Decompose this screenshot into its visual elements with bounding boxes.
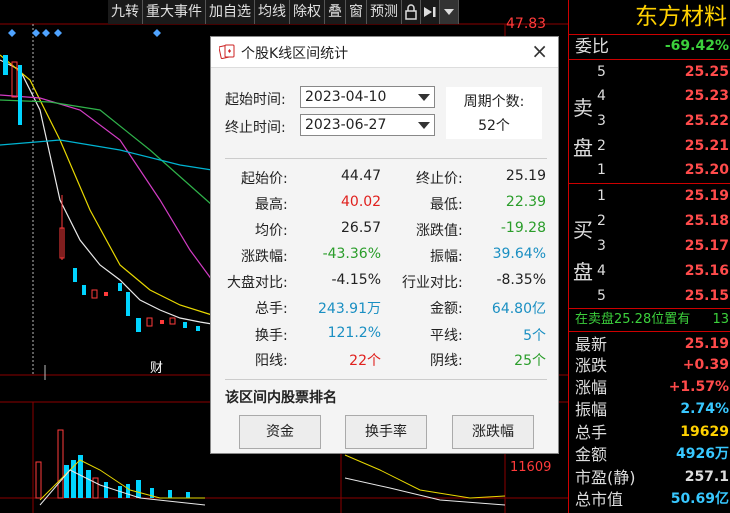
- order-notice-value: 13: [712, 312, 729, 327]
- amount-value: 64.80亿: [491, 301, 546, 317]
- market-compare-label: 大盘对比:: [227, 275, 288, 291]
- start-time-label: 起始时间:: [225, 92, 286, 108]
- event-marker-cai: 财: [150, 361, 163, 376]
- price-axis-label: 47.83: [506, 16, 547, 32]
- stat-pe-static: 市盈(静) 257.1: [575, 468, 729, 487]
- sell-level-5: 5 25.25: [597, 64, 729, 80]
- cards-icon: [219, 44, 235, 59]
- toolbar-window-button[interactable]: 窗: [346, 0, 367, 24]
- low-label: 最低:: [430, 197, 463, 213]
- down-count-value: 25个: [514, 353, 546, 369]
- down-count-label: 阴线:: [430, 353, 463, 369]
- amplitude-label: 振幅:: [430, 249, 463, 265]
- quote-panel: 东方材料 委比 -69.42% 卖 盘 5 25.25 4 25.23 3 25.22…: [568, 0, 730, 513]
- change-pct-value: -43.36%: [322, 246, 381, 262]
- flat-value: 5个: [523, 328, 546, 344]
- buy-level-5: 5 25.15: [597, 288, 729, 304]
- volume-ma-right-white: [344, 477, 506, 506]
- start-price-value: 44.47: [341, 168, 382, 184]
- lock-icon[interactable]: [402, 0, 421, 24]
- dropdown-icon[interactable]: [440, 0, 459, 24]
- period-count-label: 周期个数:: [463, 94, 525, 110]
- stock-name: 东方材料: [635, 4, 727, 30]
- up-count-value: 22个: [349, 353, 381, 369]
- end-price-value: 25.19: [505, 168, 546, 184]
- industry-compare-label: 行业对比:: [402, 275, 463, 291]
- weibi-row: 委比 -69.42%: [575, 36, 730, 57]
- volume-axis-label: 11609: [510, 460, 552, 475]
- ma-green-line: [0, 99, 213, 206]
- dialog-titlebar[interactable]: 个股K线区间统计 ×: [211, 37, 558, 68]
- amount-label: 金额:: [430, 301, 463, 317]
- toolbar-ma-button[interactable]: 均线: [255, 0, 290, 24]
- change-pct-label: 涨跌幅:: [241, 249, 288, 265]
- ma-white-line: [0, 59, 213, 325]
- sell-level-2: 2 25.21: [597, 138, 729, 154]
- avg-value: 26.57: [341, 220, 382, 236]
- toolbar-forecast-button[interactable]: 预测: [367, 0, 402, 24]
- period-count-box: 周期个数: 52个: [446, 87, 542, 139]
- buy-level-2: 2 25.18: [597, 213, 729, 229]
- sell-level-4: 4 25.23: [597, 88, 729, 104]
- interval-stats-dialog: 个股K线区间统计 × 起始时间: 2023-04-10 终止时间: 2023-0…: [210, 36, 559, 454]
- rank-by-capital-button[interactable]: 资金: [239, 415, 321, 449]
- ma-purple-line: [0, 94, 213, 281]
- stat-amount: 金额 4926万: [575, 445, 729, 464]
- weibi-label: 委比: [575, 37, 609, 57]
- chevron-down-icon: [418, 94, 430, 101]
- turnover-value: 121.2%: [327, 325, 381, 341]
- volume-bars: [35, 429, 190, 499]
- toolbar-major-events-button[interactable]: 重大事件: [143, 0, 206, 24]
- buy-level-4: 4 25.16: [597, 263, 729, 279]
- buy-level-1: 1 25.19: [597, 188, 729, 204]
- stat-latest: 最新 25.19: [575, 335, 729, 354]
- period-count-value: 52个: [478, 118, 510, 134]
- volume-value: 243.91万: [318, 301, 381, 317]
- up-count-label: 阳线:: [255, 353, 288, 369]
- event-diamonds: [8, 29, 161, 37]
- close-icon[interactable]: ×: [531, 39, 548, 63]
- end-price-label: 终止价:: [416, 171, 463, 187]
- weibi-value: -69.42%: [664, 38, 729, 54]
- market-compare-value: -4.15%: [331, 272, 381, 288]
- change-value-label: 涨跌值:: [416, 223, 463, 239]
- end-time-select[interactable]: 2023-06-27: [300, 114, 435, 136]
- avg-label: 均价:: [255, 223, 288, 239]
- stat-change: 涨跌 +0.39: [575, 356, 729, 375]
- change-value: -19.28: [500, 220, 546, 236]
- stat-volume: 总手 19629: [575, 423, 729, 442]
- chevron-down-icon: [418, 122, 430, 129]
- stat-amplitude: 振幅 2.74%: [575, 400, 729, 419]
- amplitude-value: 39.64%: [492, 246, 546, 262]
- ma-cyan-line: [0, 139, 213, 171]
- flat-label: 平线:: [430, 328, 463, 344]
- toolbar-jiuzhuan-button[interactable]: 九转: [108, 0, 143, 24]
- toolbar-exright-button[interactable]: 除权: [290, 0, 325, 24]
- jump-to-end-icon[interactable]: [421, 0, 440, 24]
- industry-compare-value: -8.35%: [496, 272, 546, 288]
- order-notice: 在卖盘25.28位置有: [575, 312, 691, 327]
- toolbar-overlay-button[interactable]: 叠: [325, 0, 346, 24]
- buy-level-3: 3 25.17: [597, 238, 729, 254]
- volume-label: 总手:: [255, 301, 288, 317]
- start-price-label: 起始价:: [241, 171, 288, 187]
- sell-level-3: 3 25.22: [597, 113, 729, 129]
- end-time-label: 终止时间:: [225, 120, 286, 136]
- toolbar-add-watchlist-button[interactable]: 加自选: [206, 0, 255, 24]
- turnover-label: 换手:: [255, 328, 288, 344]
- chart-toolbar: 九转 重大事件 加自选 均线 除权 叠 窗 预测: [108, 0, 459, 24]
- rank-by-turnover-button[interactable]: 换手率: [345, 415, 427, 449]
- order-notice-row: 在卖盘25.28位置有 13: [575, 309, 730, 330]
- start-time-select[interactable]: 2023-04-10: [300, 86, 435, 108]
- sell-level-1: 1 25.20: [597, 162, 729, 178]
- high-value: 40.02: [341, 194, 382, 210]
- high-label: 最高:: [255, 197, 288, 213]
- rank-by-change-button[interactable]: 涨跌幅: [452, 415, 534, 449]
- ranking-title: 该区间内股票排名: [225, 390, 337, 406]
- dialog-title: 个股K线区间统计: [241, 46, 349, 62]
- stat-market-cap: 总市值 50.69亿: [575, 490, 729, 509]
- low-value: 22.39: [505, 194, 546, 210]
- stat-change-pct: 涨幅 +1.57%: [575, 378, 729, 397]
- volume-ma-right: [344, 454, 506, 499]
